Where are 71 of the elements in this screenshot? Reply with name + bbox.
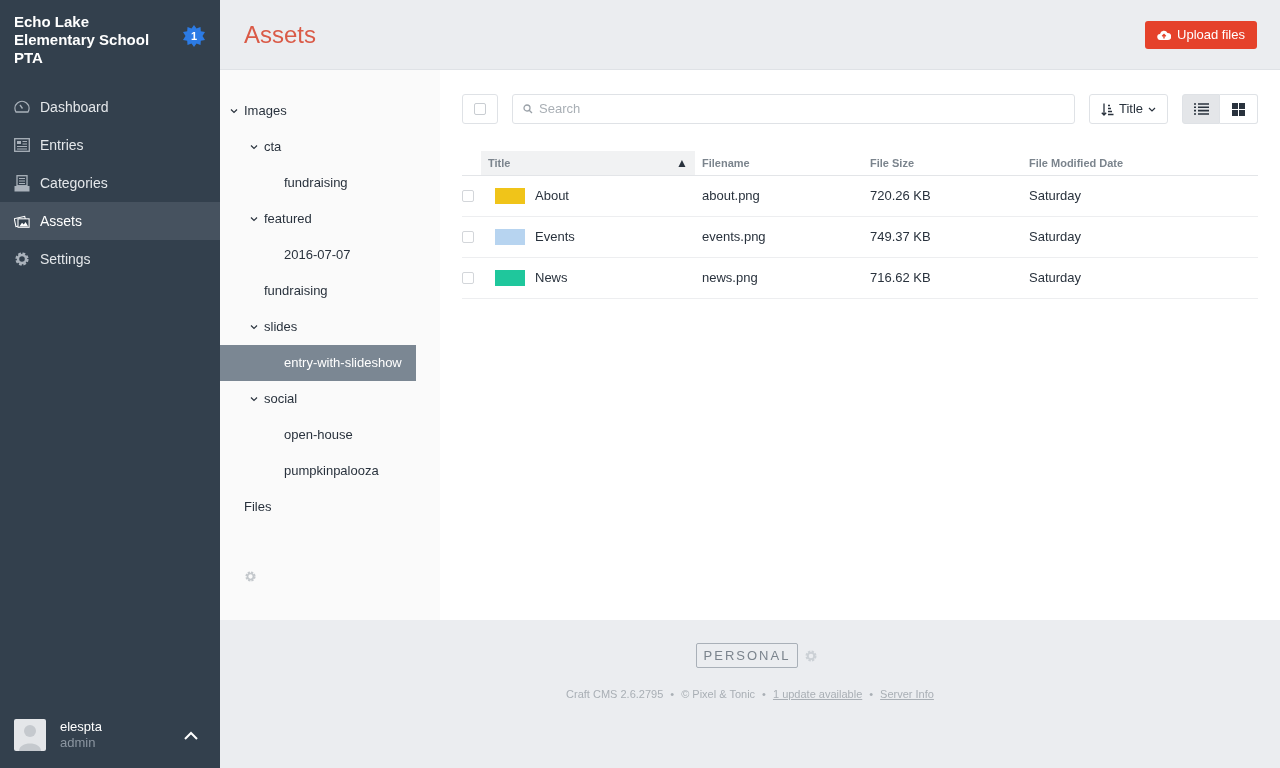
chevron-up-icon[interactable] (184, 730, 198, 740)
site-name[interactable]: Echo Lake Elementary School PTA (14, 13, 174, 67)
folder-item[interactable]: cta (220, 129, 416, 165)
folder-item[interactable]: slides (220, 309, 416, 345)
row-checkbox[interactable] (462, 189, 474, 202)
folder-item[interactable]: social (220, 381, 416, 417)
footer-text: © Pixel & Tonic (681, 687, 756, 702)
separator-dot: • (762, 687, 766, 702)
folder-item[interactable]: fundraising (220, 165, 416, 201)
settings-icon (14, 251, 30, 267)
column-header[interactable]: File Size (863, 151, 1022, 175)
nav-item[interactable]: Entries (0, 126, 220, 164)
table-cell: 716.62 KB (863, 257, 1022, 298)
table-cell: 749.37 KB (863, 216, 1022, 257)
folder-item[interactable]: Files (220, 489, 416, 525)
asset-title[interactable]: Events (535, 226, 575, 247)
table-cell: Saturday (1022, 216, 1258, 257)
update-badge[interactable]: 1 (183, 25, 205, 47)
gauge-icon (14, 100, 30, 114)
search-field[interactable]: Search (512, 94, 1075, 124)
chevron-down-icon[interactable] (230, 108, 238, 114)
sort-button[interactable]: Title (1088, 94, 1168, 124)
column-header[interactable]: File Modified Date (1022, 151, 1258, 175)
nav-item[interactable]: Dashboard (0, 88, 220, 126)
nav-item[interactable]: Categories (0, 164, 220, 202)
folder-item[interactable]: pumpkinpalooza (220, 453, 416, 489)
chevron-down-icon[interactable] (250, 324, 258, 330)
cloud-upload-icon (1157, 29, 1172, 40)
upload-button[interactable]: Upload files (1145, 20, 1257, 49)
pictures-icon (14, 213, 30, 229)
table-cell: news.png (695, 257, 863, 298)
footer-text: Craft CMS 2.6.2795 (566, 687, 664, 702)
grid-icon (1232, 102, 1245, 116)
sort-icon (1100, 102, 1114, 116)
list-view-button[interactable] (1182, 94, 1220, 124)
folder-item[interactable]: Images (220, 93, 416, 129)
folder-item[interactable]: fundraising (220, 273, 416, 309)
table-cell: Saturday (1022, 175, 1258, 216)
asset-title[interactable]: About (535, 185, 569, 206)
search-input: Search (539, 99, 1074, 119)
list-icon (1193, 103, 1209, 115)
user-role: admin (60, 735, 97, 751)
table-cell: about.png (695, 175, 863, 216)
row-checkbox[interactable] (462, 230, 474, 243)
table-cell: 720.26 KB (863, 175, 1022, 216)
table-cell: Saturday (1022, 257, 1258, 298)
chevron-down-icon[interactable] (250, 144, 258, 150)
tray-icon (14, 174, 30, 192)
separator-dot: • (670, 687, 675, 702)
search-icon (523, 104, 533, 114)
folder-item[interactable]: entry-with-slideshow (220, 345, 416, 381)
grid-view-button[interactable] (1220, 94, 1258, 124)
nav-item[interactable]: Settings (0, 240, 220, 278)
page-title: Assets (244, 19, 317, 50)
chevron-down-icon (1148, 106, 1156, 112)
folder-item[interactable]: 2016-07-07 (220, 237, 416, 273)
edition-label: PERSONAL (695, 643, 799, 668)
separator-dot: • (869, 687, 874, 702)
column-header[interactable]: Filename (695, 151, 863, 175)
asset-title[interactable]: News (535, 267, 568, 288)
user-name: elespta (60, 719, 102, 735)
nav-item[interactable]: Assets (0, 202, 220, 240)
chevron-down-icon[interactable] (250, 216, 258, 222)
chevron-down-icon[interactable] (250, 396, 258, 402)
table-cell: events.png (695, 216, 863, 257)
folder-item[interactable]: open-house (220, 417, 416, 453)
newspaper-icon (14, 138, 30, 152)
column-header[interactable]: Title ▲ (481, 151, 695, 175)
select-all-checkbox[interactable] (462, 94, 498, 124)
folder-item[interactable]: featured (220, 201, 416, 237)
row-checkbox[interactable] (462, 271, 474, 284)
